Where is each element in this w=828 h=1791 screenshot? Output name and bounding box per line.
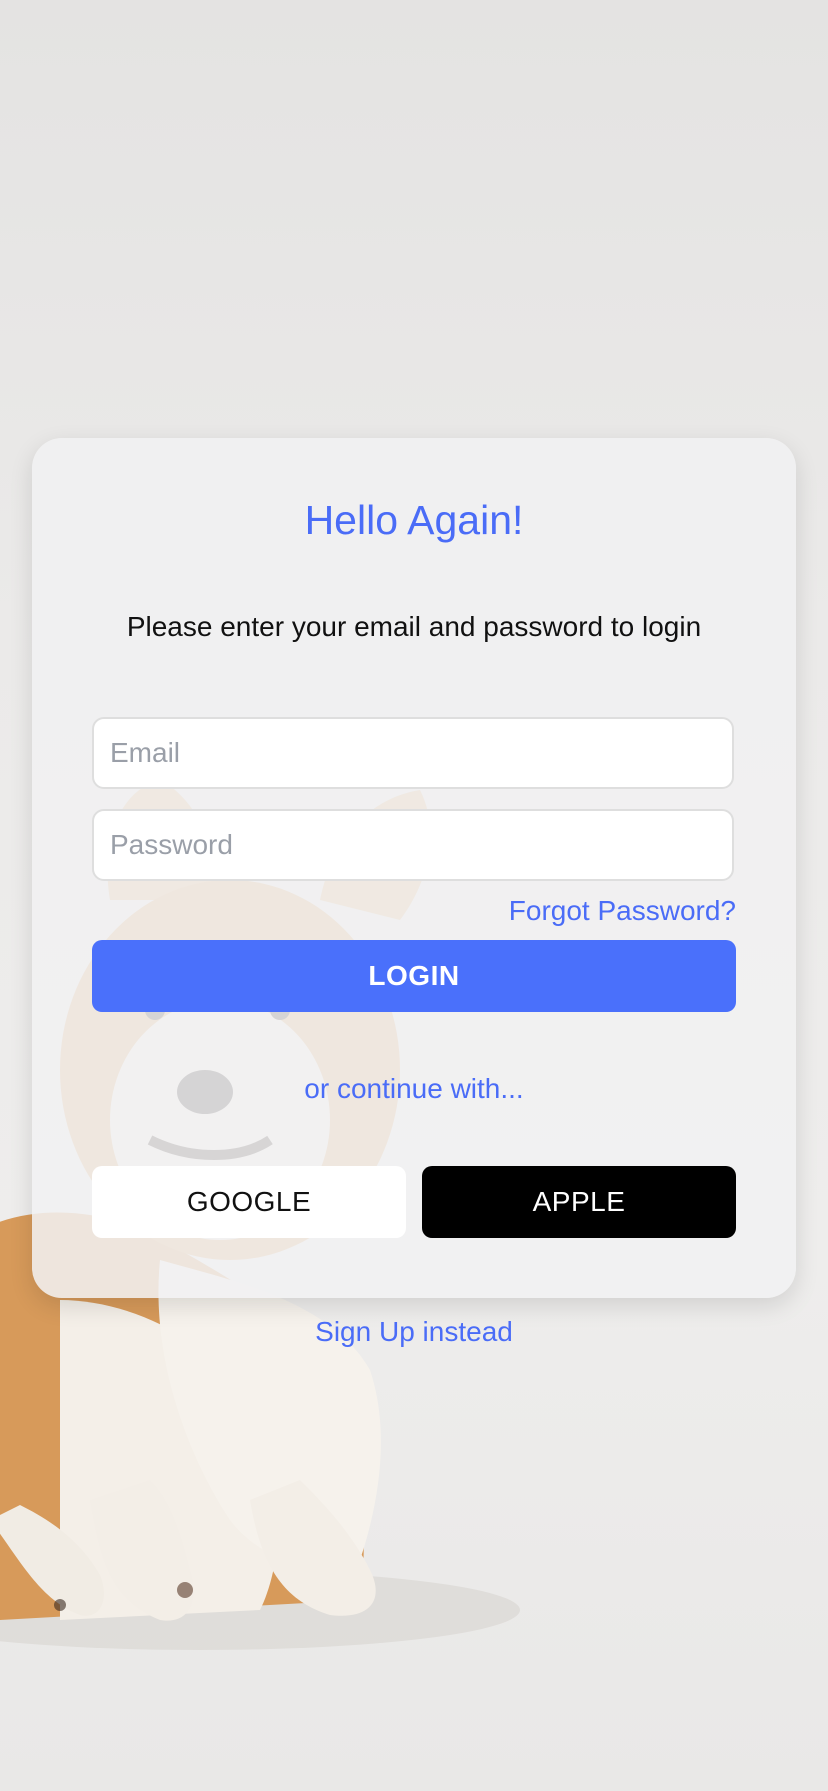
login-card: Hello Again! Please enter your email and… — [32, 438, 796, 1298]
continue-with-label: or continue with... — [304, 1073, 524, 1104]
google-login-button[interactable]: GOOGLE — [92, 1166, 406, 1238]
login-subtitle: Please enter your email and password to … — [126, 611, 702, 642]
sign-up-link[interactable]: Sign Up instead — [0, 1318, 828, 1346]
password-input[interactable] — [92, 809, 734, 881]
login-button[interactable]: LOGIN — [92, 940, 736, 1012]
apple-login-button[interactable]: APPLE — [422, 1166, 736, 1238]
forgot-password-link[interactable]: Forgot Password? — [509, 897, 736, 925]
email-input[interactable] — [92, 717, 734, 789]
login-title: Hello Again! — [304, 497, 524, 543]
